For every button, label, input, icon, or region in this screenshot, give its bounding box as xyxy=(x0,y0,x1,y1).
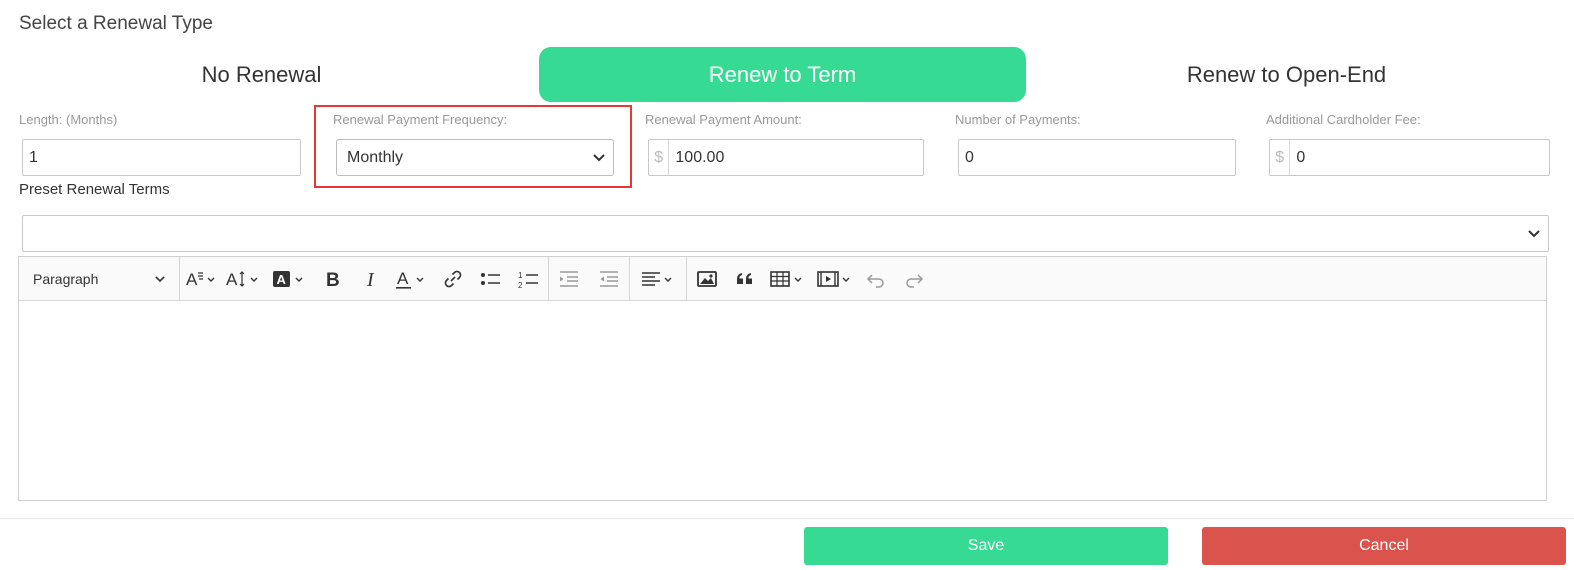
font-color-button[interactable]: A xyxy=(264,257,314,301)
svg-text:2: 2 xyxy=(518,281,523,289)
svg-text:A: A xyxy=(186,270,198,289)
bulleted-list-button[interactable] xyxy=(472,257,510,301)
bold-button[interactable]: B xyxy=(314,257,352,301)
font-color-icon: A xyxy=(273,270,303,287)
payment-frequency-select[interactable]: Monthly xyxy=(336,139,614,176)
svg-text:B: B xyxy=(326,270,340,289)
number-of-payments-label: Number of Payments: xyxy=(955,112,1081,127)
image-icon xyxy=(697,270,717,287)
svg-text:A: A xyxy=(397,269,409,288)
insert-image-button[interactable] xyxy=(687,257,727,301)
dollar-icon: $ xyxy=(1270,140,1291,175)
font-size-button[interactable]: A xyxy=(224,257,264,301)
insert-media-button[interactable] xyxy=(813,257,857,301)
additional-fee-input[interactable] xyxy=(1290,140,1549,175)
editor-content-area[interactable] xyxy=(19,301,1546,500)
additional-fee-field-wrapper: $ xyxy=(1269,139,1550,176)
redo-icon xyxy=(906,273,924,288)
font-background-button[interactable]: A xyxy=(390,257,434,301)
footer-divider xyxy=(0,518,1574,519)
blockquote-button[interactable] xyxy=(727,257,763,301)
font-family-icon: A xyxy=(186,270,215,289)
align-icon xyxy=(642,271,672,286)
rich-text-editor: Paragraph A A A B I A 1 2 xyxy=(18,256,1547,501)
undo-button[interactable] xyxy=(857,257,895,301)
number-of-payments-field-wrapper xyxy=(958,139,1236,176)
indent-icon xyxy=(600,270,618,287)
bold-icon: B xyxy=(326,270,340,289)
font-family-button[interactable]: A xyxy=(180,257,224,301)
payment-amount-field-wrapper: $ xyxy=(648,139,924,176)
dollar-icon: $ xyxy=(649,140,670,175)
align-button[interactable] xyxy=(630,257,686,301)
length-label: Length: (Months) xyxy=(19,112,118,127)
chevron-down-icon xyxy=(593,153,605,161)
chevron-down-icon xyxy=(155,276,165,283)
italic-button[interactable]: I xyxy=(352,257,390,301)
payment-amount-input[interactable] xyxy=(669,140,923,175)
svg-text:A: A xyxy=(277,272,287,287)
link-button[interactable] xyxy=(434,257,472,301)
paragraph-style-dropdown[interactable]: Paragraph xyxy=(19,257,179,300)
table-icon xyxy=(770,270,802,287)
tab-renew-to-open-end[interactable]: Renew to Open-End xyxy=(1026,47,1547,102)
payment-frequency-value: Monthly xyxy=(347,148,404,166)
insert-table-button[interactable] xyxy=(763,257,813,301)
additional-fee-label: Additional Cardholder Fee: xyxy=(1266,112,1421,127)
length-field-wrapper xyxy=(22,139,301,176)
preset-renewal-terms-select[interactable] xyxy=(22,215,1549,252)
preset-renewal-terms-label: Preset Renewal Terms xyxy=(19,181,170,198)
outdent-icon xyxy=(560,270,578,287)
save-button[interactable]: Save xyxy=(804,527,1168,565)
payment-amount-label: Renewal Payment Amount: xyxy=(645,112,802,127)
section-title: Select a Renewal Type xyxy=(19,13,213,34)
redo-button[interactable] xyxy=(895,257,933,301)
italic-icon: I xyxy=(366,269,375,289)
chevron-down-icon xyxy=(1528,229,1540,237)
outdent-button[interactable] xyxy=(549,257,589,301)
number-of-payments-input[interactable] xyxy=(959,140,1235,175)
font-size-icon: A xyxy=(226,270,258,289)
numbered-list-button[interactable]: 1 2 xyxy=(510,257,548,301)
blockquote-icon xyxy=(737,272,752,284)
tab-renew-to-term[interactable]: Renew to Term xyxy=(539,47,1026,102)
editor-toolbar: Paragraph A A A B I A 1 2 xyxy=(19,256,1546,301)
font-background-icon: A xyxy=(396,269,424,289)
svg-text:1: 1 xyxy=(518,271,523,280)
undo-icon xyxy=(866,273,884,288)
indent-button[interactable] xyxy=(589,257,629,301)
paragraph-style-label: Paragraph xyxy=(33,270,99,287)
payment-frequency-label: Renewal Payment Frequency: xyxy=(333,112,508,127)
length-input[interactable] xyxy=(23,140,300,175)
svg-text:I: I xyxy=(366,269,375,289)
link-icon xyxy=(444,270,462,287)
tab-no-renewal[interactable]: No Renewal xyxy=(18,47,505,102)
svg-text:A: A xyxy=(226,270,238,289)
renewal-type-tabs: No Renewal Renew to Term Renew to Open-E… xyxy=(18,47,1548,102)
bulleted-list-icon xyxy=(481,272,500,285)
cancel-button[interactable]: Cancel xyxy=(1202,527,1566,565)
media-icon xyxy=(817,270,850,287)
numbered-list-icon: 1 2 xyxy=(518,271,538,289)
